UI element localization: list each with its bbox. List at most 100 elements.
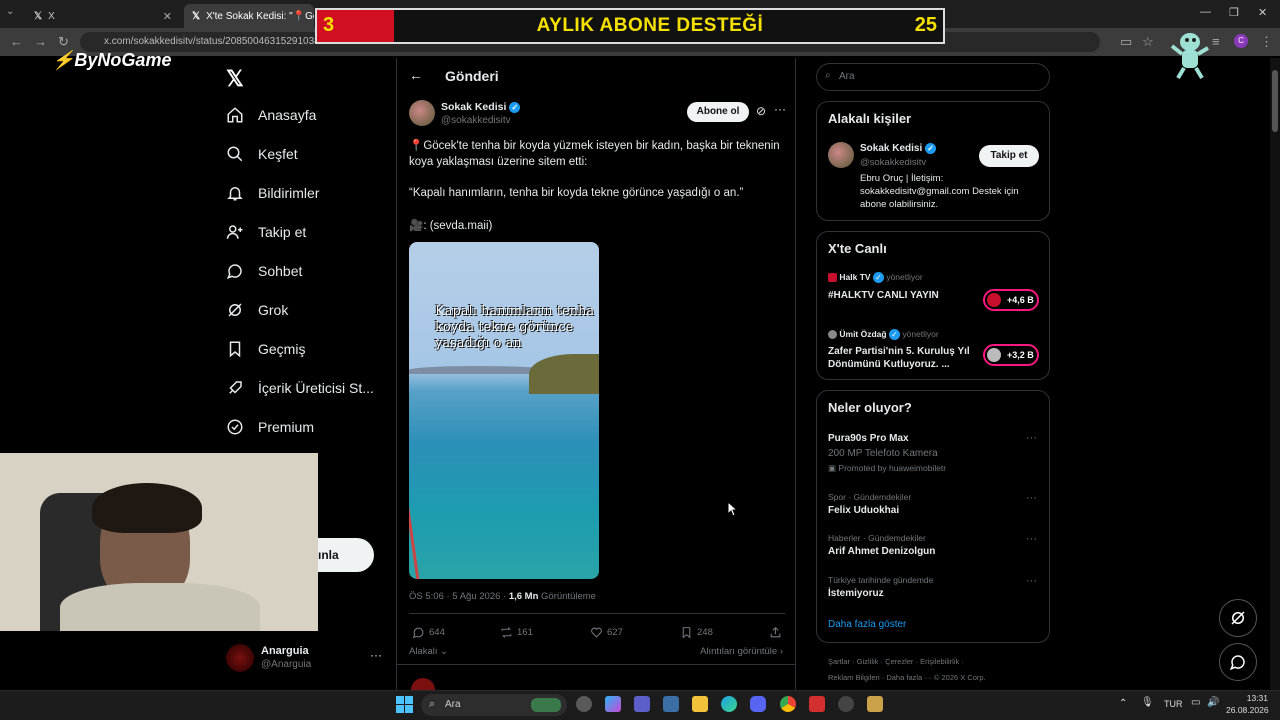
profile-avatar-icon[interactable]: C [1234,34,1248,48]
post-more-icon[interactable]: ··· [774,102,786,116]
account-more-icon[interactable]: ··· [370,648,382,662]
language-indicator[interactable]: TUR [1164,699,1183,709]
trend-name[interactable]: Felix Uduokhai [828,505,899,516]
view-quotes-link[interactable]: Alıntıları görüntüle › [700,646,783,657]
subscribe-button[interactable]: Abone ol [687,102,749,122]
chrome-icon[interactable] [780,696,796,712]
live-host-row[interactable]: Ümit Özdağ ✓ yönetliyor [828,329,939,341]
trend-name[interactable]: Pura90s Pro Max [828,433,909,444]
discord-icon[interactable] [750,696,766,712]
trend-more-icon[interactable]: ··· [1026,575,1037,587]
trend-more-icon[interactable]: ··· [1026,533,1037,545]
like-button[interactable]: 627 [590,626,623,639]
trend-name[interactable]: İstemiyoruz [828,588,884,599]
taskbar-search[interactable]: ⌕ Ara [421,694,567,716]
clock-time[interactable]: 13:31 [1228,693,1268,703]
back-arrow-icon[interactable]: ← [409,67,423,83]
relevance-sort[interactable]: Alakalı ⌄ [409,646,448,657]
back-icon[interactable]: ← [10,34,23,49]
tab-post[interactable]: 𝕏 X'te Sokak Kedisi: "📍Göce [184,4,314,28]
show-more-link[interactable]: Daha fazla göster [828,619,906,630]
search-input[interactable]: ⌕ Ara [816,63,1050,91]
verified-badge-icon: ✓ [872,272,884,284]
edge-icon[interactable] [721,696,737,712]
bookmark-button[interactable]: 248 [680,626,713,639]
live-stream-title[interactable]: Zafer Partisi'nin 5. Kuruluş Yıl Dönümün… [828,345,978,371]
task-view-icon[interactable] [576,696,592,712]
app-icon[interactable] [838,696,854,712]
file-explorer-icon[interactable] [692,696,708,712]
windows-start-icon[interactable] [396,696,413,713]
post-text-line2: “Kapalı hanımların, tenha bir koyda tekn… [409,187,744,199]
reload-icon[interactable]: ↻ [58,34,69,50]
tab-x-home[interactable]: 𝕏 X ✕ [26,4,180,28]
reply-button[interactable]: 644 [412,626,445,639]
footer-links-2[interactable]: Reklam Bilgileri · Daha fazla ··· © 2026… [828,673,986,682]
trend-more-icon[interactable]: ··· [1026,492,1037,504]
network-icon[interactable]: ▭ [1191,697,1200,708]
related-name-row[interactable]: Sokak Kedisi ✓ [860,143,937,155]
halktv-logo-icon [828,273,837,283]
nav-item-follow[interactable]: Takip et [226,223,306,241]
nav-item-premium[interactable]: Premium [226,418,314,436]
live-stream-title[interactable]: #HALKTV CANLI YAYIN [828,290,939,301]
share-button[interactable] [769,626,782,639]
account-handle: @Anarguia [261,659,312,670]
grok-float-button[interactable] [1219,599,1257,637]
maximize-icon[interactable]: ❐ [1229,6,1239,19]
nav-item-notifications[interactable]: Bildirimler [226,184,319,202]
related-name: Sokak Kedisi [860,143,923,155]
clock-date[interactable]: 26.08.2026 [1226,705,1269,715]
author-avatar[interactable] [409,100,435,126]
messages-float-button[interactable] [1219,643,1257,681]
app-icon[interactable] [867,696,883,712]
extensions-icon[interactable]: ≡ [1212,34,1220,49]
tray-chevron-icon[interactable]: ⌃ [1119,698,1127,709]
close-tab-icon[interactable]: ✕ [163,10,172,23]
trend-name[interactable]: Arif Ahmet Denizolgun [828,546,935,557]
nav-item-chat[interactable]: Sohbet [226,262,302,280]
page-scrollbar[interactable] [1270,58,1280,690]
related-bio: Ebru Oruç | İletişim: sokakkedisitv@gmai… [860,173,1019,210]
trends-card: Neler oluyor? Pura90s Pro Max 200 MP Tel… [816,390,1050,643]
volume-icon[interactable]: 🔊 [1207,697,1219,708]
author-handle[interactable]: @sokakkedisitv [441,115,511,126]
nav-item-home[interactable]: Anasayfa [226,106,316,124]
store-icon[interactable] [663,696,679,712]
distant-coast [409,366,549,374]
x-logo-icon[interactable]: 𝕏 [226,66,244,92]
post-video[interactable]: Kapalı hanımların tenha koyda tekne görü… [409,242,599,579]
nav-item-creator-studio[interactable]: İçerik Üreticisi St... [226,379,374,397]
related-people-card: Alakalı kişiler Sokak Kedisi ✓ @sokakked… [816,101,1050,221]
grok-explain-icon[interactable]: ⊘ [756,104,766,118]
app-icon[interactable] [809,696,825,712]
tab-search-icon[interactable]: ⌄ [6,6,14,17]
related-avatar[interactable] [828,142,854,168]
post-time[interactable]: ÖS 5:06 · 5 Ağu 2026 · [409,591,506,602]
nav-item-bookmarks[interactable]: Geçmiş [226,340,305,358]
nav-item-grok[interactable]: Grok [226,301,288,319]
menu-icon[interactable]: ⋮ [1260,34,1273,50]
bookmark-star-icon[interactable]: ☆ [1142,34,1154,50]
live-host-row[interactable]: Halk TV ✓ yönetliyor [828,272,923,284]
page-title: Gönderi [445,68,499,84]
author-name-row[interactable]: Sokak Kedisi ✓ [441,101,521,113]
cast-icon[interactable]: ▭ [1120,34,1132,50]
trend-more-icon[interactable]: ··· [1026,432,1037,444]
follow-button[interactable]: Takip et [979,145,1039,167]
nav-item-explore[interactable]: Keşfet [226,145,298,163]
scrollbar-thumb[interactable] [1272,70,1278,132]
bookmark-icon [682,627,691,639]
close-window-icon[interactable]: ✕ [1258,6,1267,19]
search-placeholder: Ara [839,71,855,82]
teams-icon[interactable] [634,696,650,712]
copilot-icon[interactable] [605,696,621,712]
live-listeners-pill[interactable]: +4,6 B [983,289,1039,311]
footer-links-1[interactable]: Şartlar · Gizlilik · Çerezler · Erişileb… [828,657,964,666]
live-listeners-pill[interactable]: +3,2 B [983,344,1039,366]
forward-icon[interactable]: → [34,34,47,49]
account-avatar[interactable] [226,644,254,672]
repost-button[interactable]: 161 [500,626,533,639]
minimize-icon[interactable]: — [1200,6,1211,18]
microphone-icon[interactable]: 🎙 [1141,697,1154,708]
